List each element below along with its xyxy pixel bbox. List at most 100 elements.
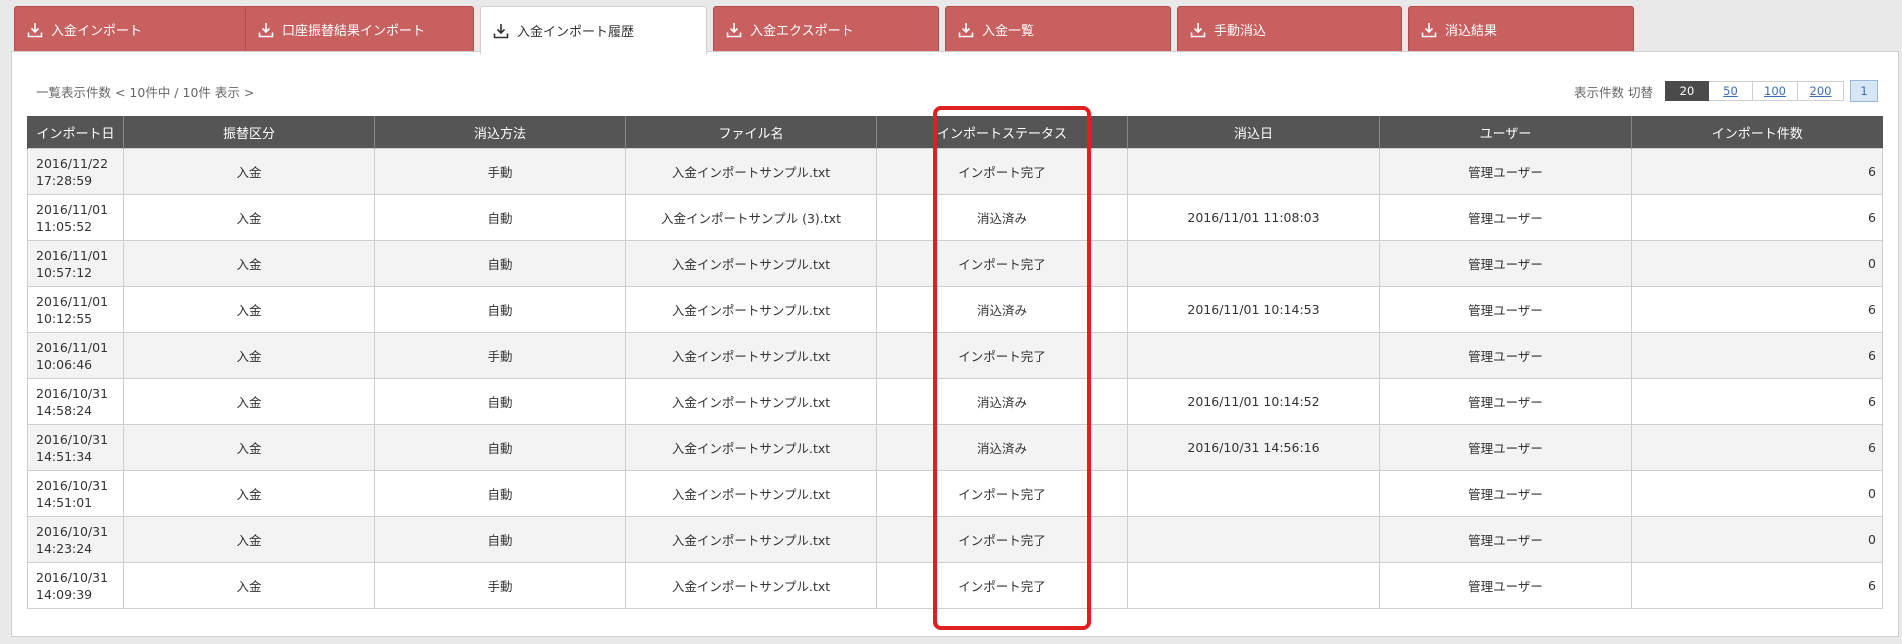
cell-import-date: 2016/10/31 14:23:24	[27, 516, 124, 563]
col-header-import-status[interactable]: インポートステータス	[876, 116, 1128, 149]
page-size-20[interactable]: 20	[1665, 81, 1709, 101]
cell-import-status: 消込済み	[876, 424, 1128, 471]
table-header-row: インポート日 振替区分 消込方法 ファイル名 インポートステータス 消込日 ユー…	[27, 116, 1883, 149]
cell-import-status: インポート完了	[876, 470, 1128, 517]
col-header-reconcile-date[interactable]: 消込日	[1127, 116, 1380, 149]
cell-user: 管理ユーザー	[1379, 378, 1632, 425]
cell-reconcile-method: 自動	[374, 378, 626, 425]
cell-file-name: 入金インポートサンプル.txt	[625, 516, 877, 563]
cell-user: 管理ユーザー	[1379, 470, 1632, 517]
col-header-transfer-type[interactable]: 振替区分	[123, 116, 375, 149]
cell-reconcile-method: 自動	[374, 240, 626, 287]
table-row[interactable]: 2016/10/31 14:51:01 入金 自動 入金インポートサンプル.tx…	[27, 470, 1883, 517]
tab-label: 消込結果	[1445, 24, 1498, 39]
cell-transfer-type: 入金	[123, 470, 375, 517]
cell-file-name: 入金インポートサンプル.txt	[625, 470, 877, 517]
cell-import-count: 0	[1631, 240, 1883, 287]
cell-import-count: 6	[1631, 332, 1883, 379]
cell-transfer-type: 入金	[123, 240, 375, 287]
cell-import-date: 2016/11/01 10:06:46	[27, 332, 124, 379]
cell-reconcile-date: 2016/11/01 10:14:52	[1127, 378, 1380, 425]
cell-import-count: 0	[1631, 470, 1883, 517]
cell-user: 管理ユーザー	[1379, 424, 1632, 471]
tab-reconcile-result[interactable]: 消込結果	[1408, 6, 1634, 52]
cell-reconcile-method: 手動	[374, 148, 626, 195]
cell-transfer-type: 入金	[123, 516, 375, 563]
import-history-table: インポート日 振替区分 消込方法 ファイル名 インポートステータス 消込日 ユー…	[27, 116, 1883, 609]
cell-import-date: 2016/10/31 14:58:24	[27, 378, 124, 425]
cell-import-count: 0	[1631, 516, 1883, 563]
download-icon	[1190, 22, 1206, 38]
cell-reconcile-method: 自動	[374, 194, 626, 241]
cell-import-date: 2016/11/01 10:57:12	[27, 240, 124, 287]
table-row[interactable]: 2016/10/31 14:23:24 入金 自動 入金インポートサンプル.tx…	[27, 516, 1883, 563]
table-row[interactable]: 2016/11/01 10:57:12 入金 自動 入金インポートサンプル.tx…	[27, 240, 1883, 287]
cell-file-name: 入金インポートサンプル.txt	[625, 378, 877, 425]
cell-reconcile-date: 2016/10/31 14:56:16	[1127, 424, 1380, 471]
page-size-switcher: 表示件数 切替 20 50 100 200 1	[1574, 80, 1878, 102]
cell-transfer-type: 入金	[123, 378, 375, 425]
col-header-user[interactable]: ユーザー	[1379, 116, 1632, 149]
cell-import-status: インポート完了	[876, 332, 1128, 379]
col-header-import-date[interactable]: インポート日	[27, 116, 124, 149]
cell-import-date: 2016/11/01 10:12:55	[27, 286, 124, 333]
cell-reconcile-method: 手動	[374, 562, 626, 609]
cell-import-status: 消込済み	[876, 286, 1128, 333]
cell-file-name: 入金インポートサンプル.txt	[625, 332, 877, 379]
download-icon	[27, 22, 43, 38]
page-size-200[interactable]: 200	[1798, 81, 1844, 101]
cell-reconcile-date	[1127, 470, 1380, 517]
page-size-100[interactable]: 100	[1753, 81, 1798, 101]
col-header-file-name[interactable]: ファイル名	[625, 116, 877, 149]
content-panel: 一覧表示件数 < 10件中 / 10件 表示 > 表示件数 切替 20 50 1…	[11, 51, 1899, 637]
col-header-import-count[interactable]: インポート件数	[1631, 116, 1883, 149]
cell-file-name: 入金インポートサンプル.txt	[625, 424, 877, 471]
table-row[interactable]: 2016/10/31 14:51:34 入金 自動 入金インポートサンプル.tx…	[27, 424, 1883, 471]
download-icon	[726, 22, 742, 38]
cell-transfer-type: 入金	[123, 332, 375, 379]
cell-import-date: 2016/11/01 11:05:52	[27, 194, 124, 241]
cell-import-count: 6	[1631, 286, 1883, 333]
cell-file-name: 入金インポートサンプル.txt	[625, 240, 877, 287]
cell-transfer-type: 入金	[123, 562, 375, 609]
table-row[interactable]: 2016/10/31 14:58:24 入金 自動 入金インポートサンプル.tx…	[27, 378, 1883, 425]
page-number-button[interactable]: 1	[1850, 80, 1878, 102]
tab-transfer-result-import[interactable]: 口座振替結果インポート	[245, 6, 474, 52]
cell-reconcile-date	[1127, 562, 1380, 609]
download-icon	[493, 23, 509, 39]
tab-label: 入金インポート履歴	[517, 25, 635, 40]
cell-user: 管理ユーザー	[1379, 286, 1632, 333]
cell-transfer-type: 入金	[123, 424, 375, 471]
tab-label: 入金インポート	[51, 24, 143, 39]
tab-payment-export[interactable]: 入金エクスポート	[713, 6, 939, 52]
cell-import-count: 6	[1631, 424, 1883, 471]
cell-import-count: 6	[1631, 378, 1883, 425]
cell-user: 管理ユーザー	[1379, 240, 1632, 287]
cell-reconcile-method: 自動	[374, 470, 626, 517]
table-row[interactable]: 2016/11/01 10:12:55 入金 自動 入金インポートサンプル.tx…	[27, 286, 1883, 333]
cell-user: 管理ユーザー	[1379, 332, 1632, 379]
table-row[interactable]: 2016/10/31 14:09:39 入金 手動 入金インポートサンプル.tx…	[27, 562, 1883, 609]
page-size-label: 表示件数 切替	[1574, 84, 1653, 100]
cell-reconcile-date	[1127, 332, 1380, 379]
col-header-reconcile-method[interactable]: 消込方法	[374, 116, 626, 149]
table-row[interactable]: 2016/11/22 17:28:59 入金 手動 入金インポートサンプル.tx…	[27, 148, 1883, 195]
tab-manual-reconcile[interactable]: 手動消込	[1177, 6, 1402, 52]
cell-file-name: 入金インポートサンプル (3).txt	[625, 194, 877, 241]
cell-import-count: 6	[1631, 148, 1883, 195]
tab-label: 入金一覧	[982, 24, 1035, 39]
page-size-50[interactable]: 50	[1709, 81, 1753, 101]
cell-user: 管理ユーザー	[1379, 516, 1632, 563]
table-row[interactable]: 2016/11/01 10:06:46 入金 手動 入金インポートサンプル.tx…	[27, 332, 1883, 379]
cell-import-date: 2016/10/31 14:51:34	[27, 424, 124, 471]
cell-user: 管理ユーザー	[1379, 148, 1632, 195]
cell-reconcile-method: 自動	[374, 286, 626, 333]
cell-import-date: 2016/10/31 14:51:01	[27, 470, 124, 517]
table-row[interactable]: 2016/11/01 11:05:52 入金 自動 入金インポートサンプル (3…	[27, 194, 1883, 241]
cell-reconcile-date	[1127, 240, 1380, 287]
tab-payment-list[interactable]: 入金一覧	[945, 6, 1171, 52]
cell-transfer-type: 入金	[123, 194, 375, 241]
tab-import-history[interactable]: 入金インポート履歴	[480, 6, 707, 54]
cell-file-name: 入金インポートサンプル.txt	[625, 286, 877, 333]
download-icon	[1421, 22, 1437, 38]
